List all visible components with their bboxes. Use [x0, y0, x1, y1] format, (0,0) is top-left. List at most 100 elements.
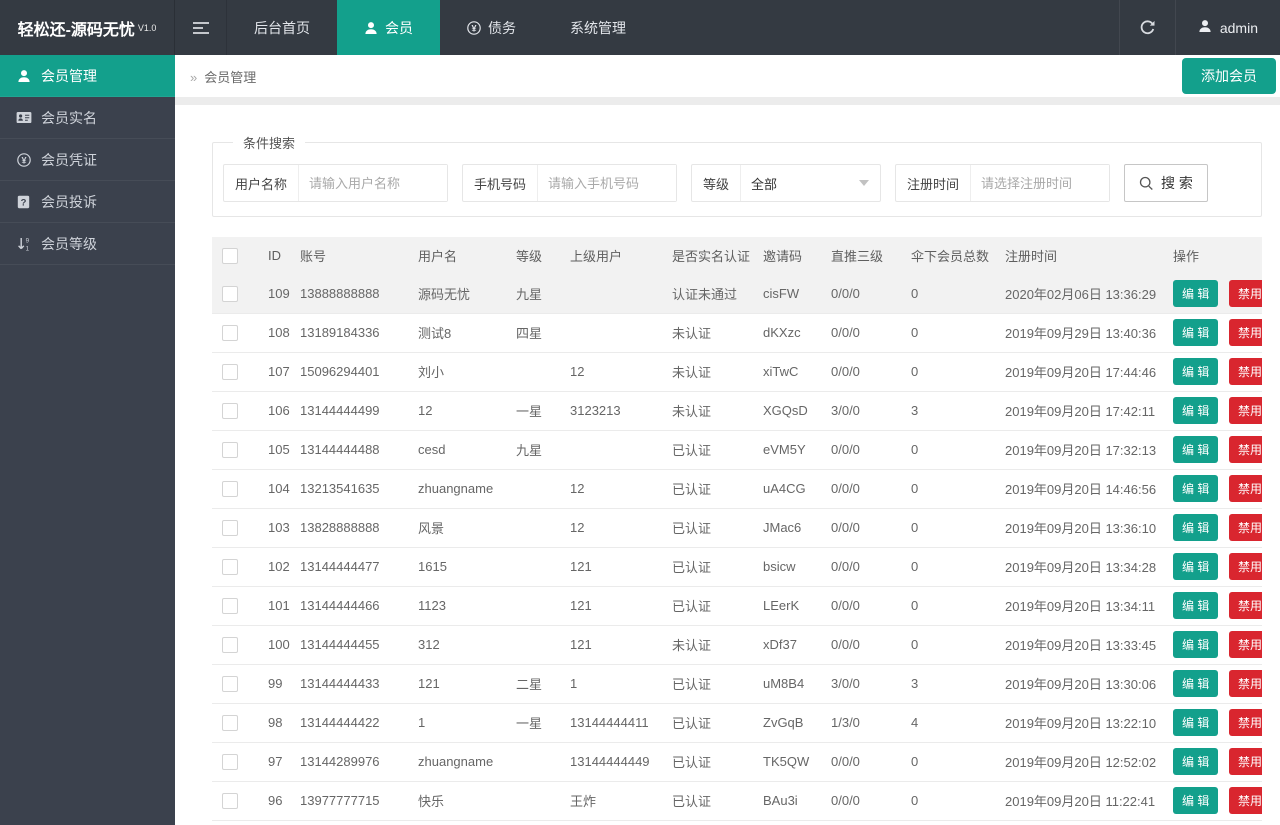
regtime-filter-input[interactable]	[971, 165, 1109, 201]
row-checkbox[interactable]	[222, 675, 238, 692]
user-menu[interactable]: admin	[1174, 0, 1280, 55]
row-checkbox[interactable]	[222, 597, 238, 614]
edit-button[interactable]: 编 辑	[1173, 592, 1219, 619]
cell-verify-status: 已认证	[672, 469, 763, 509]
cell-account: 13213541635	[300, 469, 418, 509]
cell-id: 99	[258, 664, 300, 704]
cell-direct-levels: 1/3/0	[831, 703, 911, 743]
sidebar-item-member-realname[interactable]: 会员实名	[0, 97, 175, 139]
cell-regtime: 2019年09月20日 17:44:46	[1005, 352, 1173, 392]
disable-button[interactable]: 禁用	[1228, 279, 1262, 307]
cell-invite-code: cisFW	[763, 274, 831, 314]
cell-account: 15096294401	[300, 352, 418, 392]
nav-item-home[interactable]: 后台首页	[227, 0, 337, 55]
disable-button[interactable]: 禁用	[1228, 631, 1262, 658]
disable-button[interactable]: 禁用	[1228, 475, 1262, 502]
cell-account: 13144444433	[300, 664, 418, 704]
sidebar-item-member-complaint[interactable]: ? 会员投诉	[0, 181, 175, 223]
disable-button[interactable]: 禁用	[1228, 514, 1262, 541]
refresh-icon[interactable]	[1118, 0, 1175, 55]
edit-button[interactable]: 编 辑	[1173, 709, 1219, 736]
disable-button[interactable]: 禁用	[1228, 787, 1262, 814]
row-checkbox[interactable]	[222, 753, 238, 770]
level-sort-icon: 91	[15, 237, 32, 251]
yen-circle-icon: ¥	[467, 20, 481, 35]
edit-button[interactable]: 编 辑	[1173, 631, 1219, 658]
edit-button[interactable]: 编 辑	[1173, 670, 1219, 697]
table-row: 105 13144444488 cesd 九星 已认证 eVM5Y 0/0/0 …	[212, 430, 1262, 470]
disable-button[interactable]: 禁用	[1228, 709, 1262, 736]
level-filter-select[interactable]: 全部	[741, 165, 880, 201]
row-checkbox[interactable]	[222, 324, 238, 341]
sidebar-item-member-manage[interactable]: 会员管理	[0, 55, 175, 97]
add-member-button[interactable]: 添加会员	[1182, 58, 1276, 94]
search-icon	[1139, 176, 1154, 191]
disable-button[interactable]: 禁用	[1228, 553, 1262, 580]
edit-button[interactable]: 编 辑	[1173, 553, 1219, 580]
row-checkbox[interactable]	[222, 441, 238, 458]
search-button[interactable]: 搜 索	[1124, 164, 1208, 202]
select-all-checkbox[interactable]	[222, 247, 238, 264]
level-filter-value: 全部	[751, 176, 778, 192]
phone-filter-label: 手机号码	[463, 165, 539, 201]
complaint-icon: ?	[15, 195, 32, 209]
disable-button[interactable]: 禁用	[1228, 592, 1262, 619]
row-checkbox[interactable]	[222, 285, 238, 302]
cell-level	[516, 625, 570, 665]
username-filter-input[interactable]	[299, 165, 447, 201]
disable-button[interactable]: 禁用	[1228, 748, 1262, 775]
table-header-row: ID 账号 用户名 等级 上级用户 是否实名认证 邀请码 直推三级 伞下会员总数 注册时间 操作	[212, 237, 1262, 274]
sidebar-toggle-icon[interactable]	[175, 0, 227, 55]
cell-actions: 编 辑 禁用	[1173, 820, 1262, 825]
disable-button[interactable]: 禁用	[1228, 358, 1262, 385]
edit-button[interactable]: 编 辑	[1173, 475, 1219, 502]
nav-item-label: 会员	[385, 19, 413, 36]
disable-button[interactable]: 禁用	[1228, 397, 1262, 424]
phone-filter-input[interactable]	[538, 165, 676, 201]
edit-button[interactable]: 编 辑	[1173, 279, 1219, 307]
disable-button[interactable]: 禁用	[1228, 670, 1262, 697]
cell-total-members: 0	[911, 547, 1005, 587]
search-panel: 条件搜索 用户名称 手机号码 等级 全部	[212, 133, 1262, 217]
edit-button[interactable]: 编 辑	[1173, 748, 1219, 775]
cell-verify-status: 已认证	[672, 508, 763, 548]
row-checkbox[interactable]	[222, 714, 238, 731]
cell-actions: 编 辑 禁用	[1173, 508, 1262, 548]
row-checkbox[interactable]	[222, 402, 238, 419]
navbar-right: admin	[1118, 0, 1280, 55]
column-header: 上级用户	[570, 237, 672, 274]
nav-item-member[interactable]: 会员	[337, 0, 440, 55]
edit-button[interactable]: 编 辑	[1173, 787, 1219, 814]
sidebar-item-member-level[interactable]: 91 会员等级	[0, 223, 175, 265]
cell-invite-code: uA4CG	[763, 469, 831, 509]
row-checkbox[interactable]	[222, 363, 238, 380]
sidebar-item-label: 会员投诉	[41, 193, 97, 210]
edit-button[interactable]: 编 辑	[1173, 397, 1219, 424]
table-row: 103 13828888888 风景 12 已认证 JMac6 0/0/0 0 …	[212, 508, 1262, 548]
nav-item-debt[interactable]: ¥ 债务	[440, 0, 543, 55]
edit-button[interactable]: 编 辑	[1173, 514, 1219, 541]
content: 条件搜索 用户名称 手机号码 等级 全部	[175, 105, 1280, 825]
edit-button[interactable]: 编 辑	[1173, 358, 1219, 385]
cell-parent: 12	[570, 352, 672, 392]
cell-verify-status: 已认证	[672, 742, 763, 782]
cell-verify-status: 已认证	[672, 547, 763, 587]
nav-item-system[interactable]: 系统管理	[543, 0, 653, 55]
disable-button[interactable]: 禁用	[1228, 436, 1262, 463]
disable-button[interactable]: 禁用	[1228, 319, 1262, 346]
sidebar-item-member-voucher[interactable]: ¥ 会员凭证	[0, 139, 175, 181]
cell-level	[516, 781, 570, 821]
column-header: 操作	[1173, 237, 1262, 274]
edit-button[interactable]: 编 辑	[1173, 319, 1219, 346]
table-row: 106 13144444499 12 一星 3123213 未认证 XGQsD …	[212, 391, 1262, 431]
row-checkbox[interactable]	[222, 636, 238, 653]
table-row: 100 13144444455 312 121 未认证 xDf37 0/0/0 …	[212, 625, 1262, 665]
row-checkbox[interactable]	[222, 792, 238, 809]
edit-button[interactable]: 编 辑	[1173, 436, 1219, 463]
cell-username: 刘小	[418, 352, 516, 392]
cell-direct-levels: 0/0/0	[831, 430, 911, 470]
user-icon	[1198, 19, 1212, 36]
row-checkbox[interactable]	[222, 519, 238, 536]
row-checkbox[interactable]	[222, 480, 238, 497]
row-checkbox[interactable]	[222, 558, 238, 575]
